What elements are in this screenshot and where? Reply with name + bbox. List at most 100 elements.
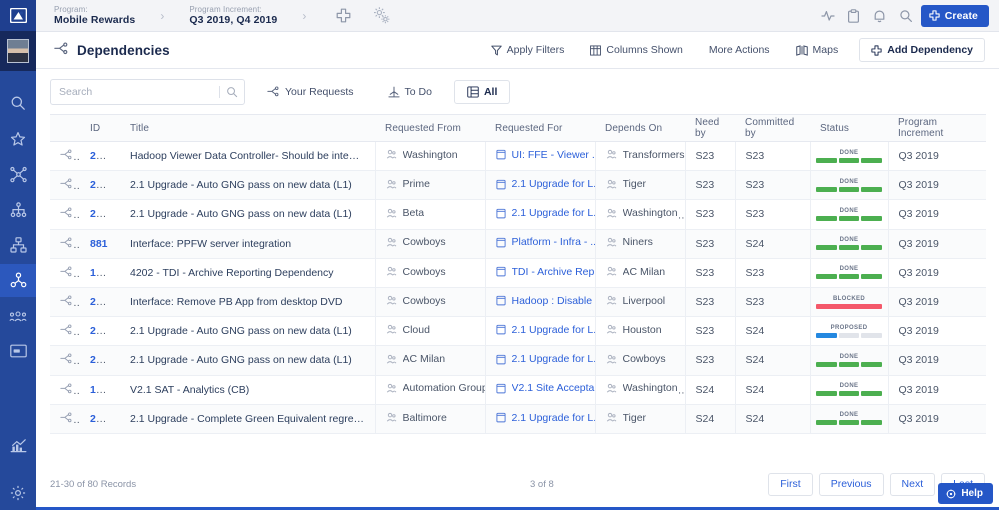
- sidebar-item-dependencies[interactable]: [0, 263, 36, 298]
- row-title[interactable]: 4202 - TDI - Archive Reporting Dependenc…: [120, 258, 375, 288]
- row-id[interactable]: 1387: [80, 375, 120, 405]
- row-dependency-icon[interactable]: [50, 287, 80, 318]
- search-input[interactable]: [51, 85, 219, 98]
- row-title[interactable]: Interface: PPFW server integration: [120, 229, 375, 259]
- col-need-by[interactable]: Need by: [685, 114, 735, 142]
- row-dependency-icon[interactable]: [50, 141, 80, 172]
- row-title[interactable]: Interface: Remove PB App from desktop DV…: [120, 287, 375, 318]
- row-title[interactable]: 2.1 Upgrade - Auto GNG pass on new data …: [120, 316, 375, 347]
- table-row[interactable]: 1387 V2.1 SAT - Analytics (CB) Automation …: [50, 375, 986, 405]
- table-row[interactable]: 2725 2.1 Upgrade - Auto GNG pass on new d…: [50, 316, 986, 347]
- plus-icon: [929, 10, 940, 21]
- row-requested-for[interactable]: 2.1 Upgrade for L...: [484, 316, 595, 347]
- row-id[interactable]: 881: [80, 229, 120, 259]
- status-label: DONE: [839, 266, 859, 273]
- previous-page-button[interactable]: Previous: [818, 472, 884, 496]
- search-box[interactable]: [50, 78, 245, 105]
- row-requested-for[interactable]: TDI - Archive Rep...: [484, 258, 595, 288]
- add-dependency-button[interactable]: Add Dependency: [859, 38, 985, 62]
- row-depends-on: AC Milan: [594, 258, 685, 288]
- row-id[interactable]: 2722: [80, 141, 120, 172]
- tab-all[interactable]: All: [453, 79, 511, 104]
- col-requested-from[interactable]: Requested From: [375, 114, 485, 142]
- row-requested-for[interactable]: UI: FFE - Viewer ...: [484, 141, 595, 172]
- col-status[interactable]: Status: [810, 114, 888, 142]
- breadcrumb-increment[interactable]: Program Increment: Q3 2019, Q4 2019: [189, 5, 277, 26]
- row-title[interactable]: 2.1 Upgrade - Auto GNG pass on new data …: [120, 345, 375, 376]
- sidebar-item-search[interactable]: [0, 87, 36, 120]
- row-title[interactable]: V2.1 SAT - Analytics (CB): [120, 375, 375, 405]
- status-label: PROPOSED: [830, 324, 868, 331]
- row-requested-for[interactable]: Platform - Infra - ...: [484, 229, 595, 259]
- sidebar-item-teams[interactable]: [0, 299, 36, 332]
- app-logo[interactable]: [0, 0, 36, 32]
- row-requested-for[interactable]: 2.1 Upgrade for L...: [484, 404, 595, 434]
- row-dependency-icon[interactable]: [50, 229, 80, 259]
- pulse-button[interactable]: [817, 5, 839, 27]
- row-dependency-icon[interactable]: [50, 199, 80, 230]
- search-submit-button[interactable]: [220, 86, 244, 98]
- row-id[interactable]: 2690: [80, 287, 120, 318]
- breadcrumb-program[interactable]: Program: Mobile Rewards: [36, 5, 135, 26]
- add-breadcrumb-button[interactable]: [331, 4, 355, 28]
- sidebar-item-network[interactable]: [0, 157, 36, 190]
- first-page-button[interactable]: First: [768, 472, 813, 496]
- columns-shown-button[interactable]: Columns Shown: [577, 38, 695, 62]
- table-row[interactable]: 1243 4202 - TDI - Archive Reporting Depen…: [50, 258, 986, 288]
- table-row[interactable]: 2690 Interface: Remove PB App from deskto…: [50, 287, 986, 318]
- avatar[interactable]: [0, 31, 36, 71]
- row-id[interactable]: 1243: [80, 258, 120, 288]
- table-row[interactable]: 2727 2.1 Upgrade - Auto GNG pass on new d…: [50, 345, 986, 376]
- sidebar-item-cards[interactable]: [0, 335, 36, 368]
- settings-breadcrumb-button[interactable]: [369, 4, 393, 28]
- sidebar-item-org-chart[interactable]: [0, 228, 36, 261]
- col-depends-on[interactable]: Depends On: [595, 114, 685, 142]
- sidebar-item-favorites[interactable]: [0, 122, 36, 155]
- clipboard-button[interactable]: [843, 5, 865, 27]
- row-dependency-icon[interactable]: [50, 258, 80, 288]
- row-title[interactable]: Hadoop Viewer Data Controller- Should be…: [120, 141, 375, 172]
- sidebar-item-hierarchy[interactable]: [0, 193, 36, 226]
- tab-your-requests[interactable]: Your Requests: [255, 80, 366, 104]
- col-requested-for[interactable]: Requested For: [485, 114, 595, 142]
- row-dependency-icon[interactable]: [50, 375, 80, 405]
- row-dependency-icon[interactable]: [50, 404, 80, 434]
- search-button[interactable]: [895, 5, 917, 27]
- row-id[interactable]: 2725: [80, 316, 120, 347]
- row-id[interactable]: 2723: [80, 170, 120, 201]
- row-requested-for[interactable]: 2.1 Upgrade for L...: [484, 199, 595, 230]
- create-button[interactable]: Create: [920, 4, 989, 27]
- next-page-button[interactable]: Next: [889, 472, 936, 496]
- apply-filters-button[interactable]: Apply Filters: [478, 38, 578, 62]
- row-id[interactable]: 2549: [80, 404, 120, 434]
- sidebar-item-reports[interactable]: [0, 429, 36, 462]
- row-title[interactable]: 2.1 Upgrade - Complete Green Equivalent …: [120, 404, 375, 434]
- row-requested-for[interactable]: 2.1 Upgrade for L...: [484, 170, 595, 201]
- table-row[interactable]: 2726 2.1 Upgrade - Auto GNG pass on new d…: [50, 199, 986, 230]
- table-row[interactable]: 2723 2.1 Upgrade - Auto GNG pass on new d…: [50, 170, 986, 201]
- row-requested-for[interactable]: Hadoop : Disable ...: [484, 287, 595, 318]
- row-title[interactable]: 2.1 Upgrade - Auto GNG pass on new data …: [120, 170, 375, 201]
- col-committed-by[interactable]: Committed by: [735, 114, 810, 142]
- row-dependency-icon[interactable]: [50, 316, 80, 347]
- maps-button[interactable]: Maps: [783, 38, 852, 62]
- table-row[interactable]: 2549 2.1 Upgrade - Complete Green Equival…: [50, 404, 986, 434]
- help-button[interactable]: Help: [938, 483, 993, 504]
- more-actions-button[interactable]: More Actions: [696, 38, 783, 62]
- row-requested-from: Automation Group: [374, 375, 485, 405]
- sidebar-item-settings[interactable]: [0, 477, 36, 510]
- table-row[interactable]: 2722 Hadoop Viewer Data Controller- Shoul…: [50, 141, 986, 172]
- table-row[interactable]: 881 Interface: PPFW server integration Cow…: [50, 229, 986, 259]
- row-requested-for[interactable]: 2.1 Upgrade for L...: [484, 345, 595, 376]
- row-id[interactable]: 2726: [80, 199, 120, 230]
- row-id[interactable]: 2727: [80, 345, 120, 376]
- notifications-button[interactable]: [869, 5, 891, 27]
- row-dependency-icon[interactable]: [50, 345, 80, 376]
- col-id[interactable]: ID: [80, 114, 120, 142]
- col-program-increment[interactable]: Program Increment: [888, 114, 986, 142]
- row-title[interactable]: 2.1 Upgrade - Auto GNG pass on new data …: [120, 199, 375, 230]
- tab-to-do[interactable]: To Do: [376, 80, 444, 104]
- row-dependency-icon[interactable]: [50, 170, 80, 201]
- row-requested-for[interactable]: V2.1 Site Accepta...: [484, 375, 595, 405]
- col-title[interactable]: Title: [120, 114, 375, 142]
